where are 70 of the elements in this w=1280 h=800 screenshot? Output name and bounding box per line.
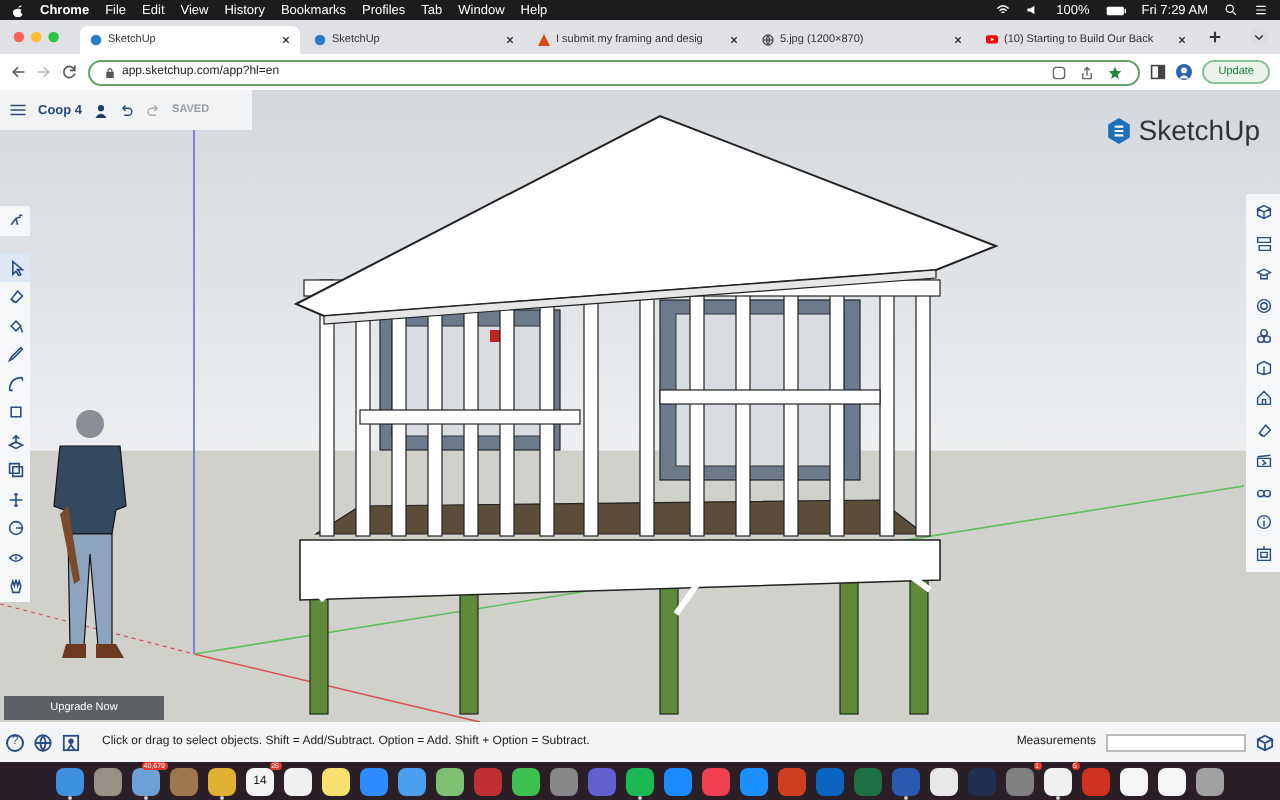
app-icon[interactable] <box>132 767 160 795</box>
tape-icon <box>7 520 23 537</box>
install-icon[interactable] <box>1052 65 1067 79</box>
person-icon[interactable] <box>94 103 109 117</box>
menu-icon[interactable] <box>10 104 26 116</box>
tool-button[interactable] <box>0 206 30 235</box>
app-icon[interactable] <box>930 767 958 795</box>
star-icon[interactable] <box>1108 65 1123 79</box>
cube-icon[interactable] <box>1255 204 1271 220</box>
warning-icon <box>538 34 550 46</box>
rectangle-icon <box>7 404 23 421</box>
tool-button[interactable] <box>0 572 30 601</box>
new-tab-icon[interactable] <box>1208 30 1222 44</box>
share-icon[interactable] <box>1080 65 1095 79</box>
brand-name: SketchUp <box>1138 114 1260 146</box>
undo-icon[interactable] <box>120 103 135 117</box>
spheres-icon[interactable] <box>1255 328 1271 344</box>
wifi-icon[interactable] <box>996 4 1011 16</box>
cube-icon[interactable] <box>1256 733 1274 751</box>
app-icon[interactable] <box>322 767 350 795</box>
paint-bucket-icon <box>7 317 23 334</box>
globe-icon <box>762 34 774 46</box>
move-icon <box>7 491 23 508</box>
tool-button[interactable] <box>0 282 30 311</box>
battery-icon[interactable] <box>1105 5 1126 15</box>
tab-search-icon[interactable] <box>1250 28 1268 46</box>
back-arrow-icon[interactable] <box>10 64 26 80</box>
app-icon[interactable] <box>1196 767 1224 795</box>
search-icon[interactable] <box>1224 4 1238 16</box>
lock-icon <box>106 67 114 77</box>
eraser-icon <box>7 288 23 305</box>
cursor-icon <box>7 259 23 276</box>
push-pull-icon <box>7 433 23 450</box>
info-icon[interactable] <box>1255 514 1271 530</box>
box-icon[interactable] <box>1255 359 1271 375</box>
tool-button[interactable] <box>0 253 30 282</box>
close-icon[interactable] <box>954 36 962 44</box>
orbit-icon <box>7 549 23 566</box>
frame-icon[interactable] <box>1255 545 1271 561</box>
close-icon[interactable] <box>730 36 738 44</box>
app-icon[interactable] <box>1044 767 1072 795</box>
app-icon[interactable] <box>1120 767 1148 795</box>
reload-icon[interactable] <box>62 64 78 80</box>
app-icon[interactable] <box>512 767 540 795</box>
globe-icon[interactable] <box>34 733 52 751</box>
walker-icon <box>7 212 23 229</box>
arc-icon <box>7 375 23 392</box>
offset-icon <box>7 462 23 479</box>
person-frame-icon[interactable] <box>62 733 80 751</box>
app-icon[interactable] <box>208 767 236 795</box>
close-icon[interactable] <box>506 36 514 44</box>
close-icon[interactable] <box>1178 36 1186 44</box>
close-icon[interactable] <box>282 36 290 44</box>
app-icon[interactable] <box>436 767 464 795</box>
graduation-cap-icon[interactable] <box>1255 266 1271 282</box>
chicken-coop-frame-drawing[interactable] <box>293 114 999 715</box>
app-icon[interactable] <box>626 767 654 795</box>
measurements-field[interactable] <box>1106 733 1246 751</box>
play-icon <box>986 34 998 46</box>
pencil-icon <box>7 346 23 363</box>
app-icon[interactable] <box>398 767 426 795</box>
profile-avatar-icon[interactable] <box>1176 64 1193 80</box>
eraser-icon[interactable] <box>1255 421 1271 437</box>
app-icon[interactable] <box>284 767 312 795</box>
side-panel-icon[interactable] <box>1150 64 1167 80</box>
app-icon[interactable] <box>1158 767 1186 795</box>
house-icon[interactable] <box>1255 390 1271 406</box>
clapper-icon[interactable] <box>1255 452 1271 468</box>
layers-icon[interactable] <box>1255 235 1271 251</box>
apple-icon[interactable] <box>12 3 24 17</box>
